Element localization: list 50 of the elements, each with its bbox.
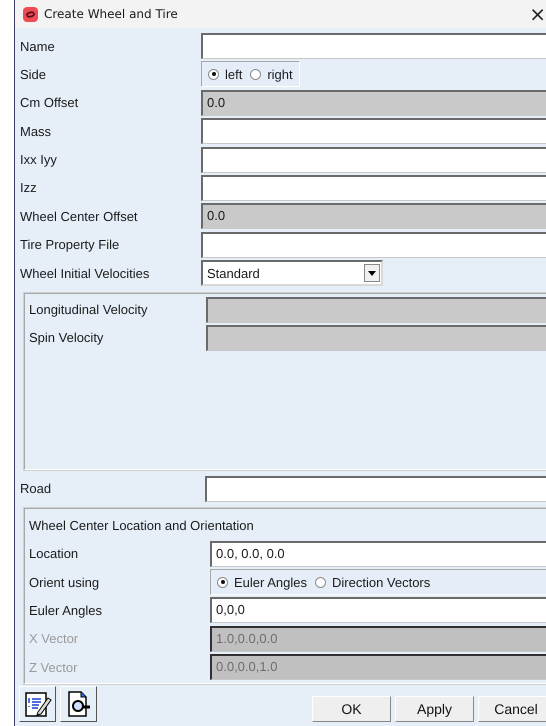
input-field[interactable]: 0,0,0 <box>210 597 546 624</box>
radio-label[interactable]: Direction Vectors <box>332 574 430 590</box>
radio-button[interactable] <box>315 576 326 588</box>
dropdown[interactable]: Standard <box>201 260 383 286</box>
radio-button[interactable] <box>208 68 219 80</box>
input-field[interactable] <box>206 296 546 323</box>
field-label: Izz <box>20 180 38 196</box>
dialog-button[interactable]: Cancel <box>478 696 546 722</box>
input-field[interactable]: 0.0, 0.0, 0.0 <box>210 540 546 567</box>
input-field[interactable] <box>201 232 546 258</box>
radio-button[interactable] <box>250 68 262 80</box>
document-edit-button[interactable] <box>19 686 56 722</box>
radio-button[interactable] <box>217 576 228 588</box>
app-logo-icon <box>23 6 38 22</box>
input-field[interactable] <box>201 146 546 173</box>
input-field[interactable] <box>206 324 546 351</box>
input-field[interactable] <box>201 118 546 144</box>
dialog-button[interactable]: Apply <box>395 696 474 722</box>
input-field[interactable] <box>201 33 546 59</box>
field-label: X Vector <box>29 631 80 646</box>
caret-icon <box>364 264 380 282</box>
close-button[interactable]: × <box>523 4 546 24</box>
group-title: Wheel Center Location and Orientation <box>29 516 255 535</box>
field-label: Location <box>29 546 80 562</box>
radio-label[interactable]: Euler Angles <box>234 574 307 590</box>
field-label: Mass <box>20 124 52 139</box>
field-label: Side <box>20 66 48 82</box>
field-label: Tire Property File <box>20 237 120 252</box>
field-label: Euler Angles <box>29 602 103 618</box>
radio-label[interactable]: left <box>225 66 242 82</box>
input-field[interactable] <box>201 174 546 201</box>
window-title: Create Wheel and Tire <box>44 7 179 21</box>
input-field[interactable] <box>205 476 546 502</box>
document-search-button[interactable] <box>60 686 97 722</box>
field-label: Name <box>20 38 56 54</box>
field-label: Orient using <box>29 574 100 590</box>
dialog-button[interactable]: OK <box>312 696 391 722</box>
field-label: Wheel Center Offset <box>20 208 139 224</box>
input-field[interactable]: 0.0 <box>201 90 546 116</box>
field-label: Ixx Iyy <box>20 152 58 168</box>
field-label: Road <box>20 481 52 496</box>
field-label: Wheel Initial Velocities <box>20 266 150 281</box>
field-label: Spin Velocity <box>29 330 104 346</box>
document-pen-icon <box>24 690 52 718</box>
field-label: Z Vector <box>29 660 78 675</box>
radio-label[interactable]: right <box>267 66 293 82</box>
field-label: Cm Offset <box>20 95 80 110</box>
field-label: Longitudinal Velocity <box>29 302 149 318</box>
document-magnifier-icon <box>66 690 92 718</box>
input-field[interactable]: 0.0 <box>201 203 546 230</box>
